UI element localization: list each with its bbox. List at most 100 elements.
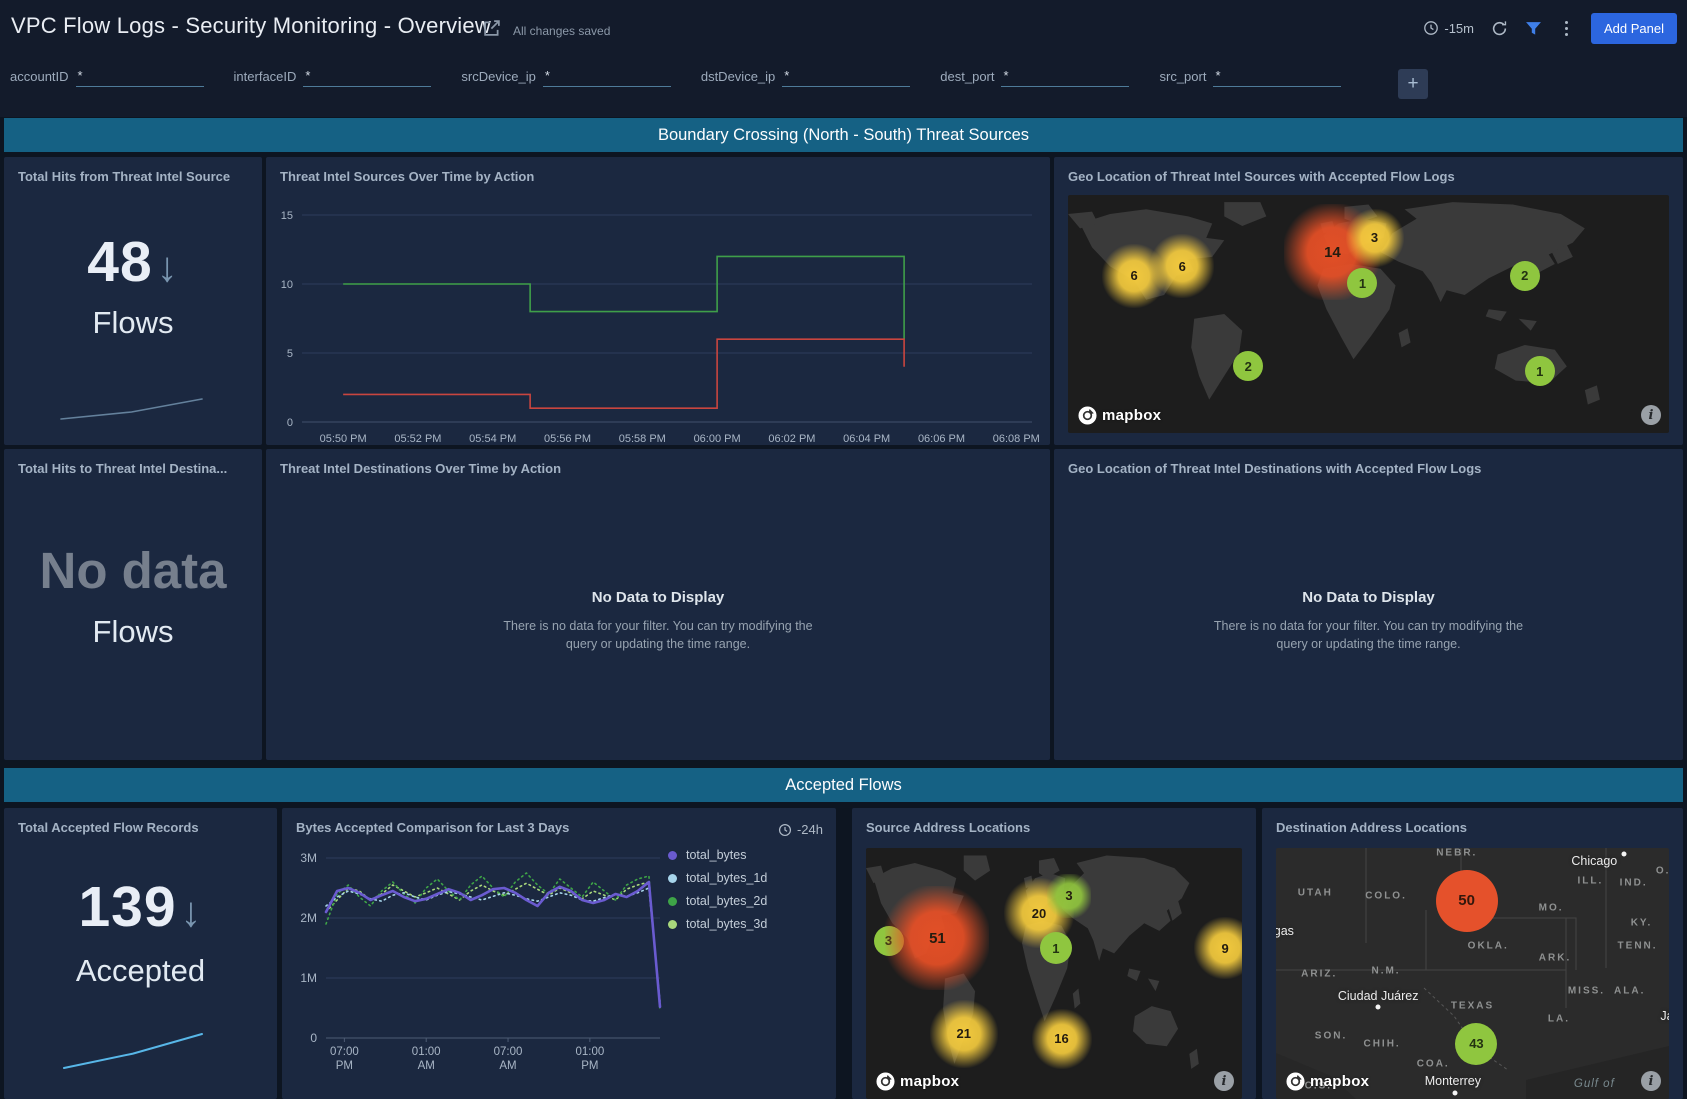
clock-icon [778,823,792,837]
geo-bubble[interactable]: 2 [1510,261,1540,291]
mapbox-logo[interactable]: mapbox [1286,1072,1369,1091]
geo-bubble[interactable]: 1 [1040,932,1072,964]
svg-text:PM: PM [336,1060,353,1072]
panel-title: Total Accepted Flow Records [18,820,263,835]
legend-item-total_bytes_2d[interactable]: total_bytes_2d [668,894,767,908]
map-label: MO. [1539,903,1564,914]
mapbox-icon [876,1072,895,1091]
svg-text:05:54 PM: 05:54 PM [469,433,516,445]
filter-dest_port-input[interactable]: * [1001,68,1129,87]
geo-bubble[interactable]: 50 [1436,870,1498,932]
trend-down-icon: ↓ [157,243,179,290]
section-header-boundary: Boundary Crossing (North - South) Threat… [4,118,1683,152]
panel-total-hits-dest: Total Hits to Threat Intel Destina... No… [4,449,262,760]
map-label: TEXAS [1451,1001,1494,1012]
geo-bubble[interactable]: 43 [1455,1023,1497,1065]
filter-label: dstDevice_ip [701,69,775,87]
dashboard-header: VPC Flow Logs - Security Monitoring - Ov… [0,0,1687,117]
filter-label: src_port [1159,69,1206,87]
svg-text:05:58 PM: 05:58 PM [619,433,666,445]
filter-dstDevice_ip-input[interactable]: * [782,68,910,87]
panel-total-hits-source: Total Hits from Threat Intel Source 48↓ … [4,157,262,445]
map-label: IND. [1620,878,1648,889]
mapbox-logo[interactable]: mapbox [1078,406,1161,425]
filter-src_port: src_port * [1159,68,1341,87]
map-label: Gulf of [1574,1078,1615,1090]
svg-text:07:00: 07:00 [494,1046,523,1058]
legend-item-total_bytes[interactable]: total_bytes [668,848,767,862]
legend-label: total_bytes_1d [686,871,767,885]
filter-dest_port: dest_port * [940,68,1129,87]
svg-text:1M: 1M [300,971,317,985]
legend-item-total_bytes_3d[interactable]: total_bytes_3d [668,917,767,931]
geo-bubble[interactable]: 1 [1525,356,1555,386]
panel-time-override[interactable]: -24h [778,822,823,837]
stat-value: No data [4,541,262,600]
mapbox-wordmark: mapbox [900,1073,959,1090]
map-label: gas [1276,924,1294,938]
filter-interfaceID-input[interactable]: * [303,68,431,87]
filter-label: dest_port [940,69,994,87]
mapbox-icon [1286,1072,1305,1091]
panel-dest-over-time: Threat Intel Destinations Over Time by A… [266,449,1050,760]
geo-bubble[interactable]: 21 [930,1000,998,1068]
svg-text:07:00: 07:00 [330,1046,359,1058]
filter-interfaceID: interfaceID * [234,68,432,87]
geo-bubble[interactable]: 16 [1032,1009,1092,1069]
svg-text:2M: 2M [300,911,317,925]
trend-sparkline [62,1030,204,1070]
panel-title: Source Address Locations [866,820,1242,835]
funnel-icon[interactable] [1525,21,1542,36]
panel-title: Total Hits from Threat Intel Source [18,169,248,184]
svg-text:PM: PM [581,1060,598,1072]
panel-title: Threat Intel Sources Over Time by Action [280,169,1036,184]
svg-text:01:00: 01:00 [412,1046,441,1058]
info-icon[interactable]: i [1641,1071,1661,1091]
svg-text:06:08 PM: 06:08 PM [993,433,1040,445]
map-label: Ciudad Juárez [1338,989,1419,1003]
geo-bubble[interactable]: 1 [1347,268,1377,298]
legend-swatch [668,874,677,883]
filter-label: srcDevice_ip [461,69,535,87]
map-label: LA. [1548,1013,1570,1024]
geo-bubble[interactable]: 51 [885,886,989,990]
geo-bubble[interactable]: 2 [1233,351,1263,381]
street-map: NEBR.ChicagoILL.IND.O.UTAHCOLO.MO.KY.gas… [1276,848,1669,1099]
geo-bubble[interactable]: 6 [1150,234,1214,298]
legend-item-total_bytes_1d[interactable]: total_bytes_1d [668,871,767,885]
geo-bubble[interactable]: 9 [1194,917,1242,979]
chart-legend: total_bytes total_bytes_1d total_bytes_2dt… [668,848,767,940]
stat-value: 139↓ [4,874,277,940]
info-icon[interactable]: i [1214,1071,1234,1091]
panel-geo-dest: Geo Location of Threat Intel Destination… [1054,449,1683,760]
world-map: 351203192116mapboxi [866,848,1242,1099]
filter-accountID-input[interactable]: * [76,68,204,87]
map-label: COLO. [1365,890,1407,901]
svg-text:5: 5 [287,348,293,360]
geo-bubble[interactable]: 3 [1047,874,1091,918]
svg-text:06:04 PM: 06:04 PM [843,433,890,445]
share-icon[interactable] [482,18,502,38]
geo-bubble[interactable]: 3 [1346,209,1404,267]
legend-swatch [668,851,677,860]
filter-srcDevice_ip-input[interactable]: * [543,68,671,87]
map-label: KY. [1631,918,1653,929]
add-panel-button[interactable]: Add Panel [1591,13,1677,44]
kebab-icon[interactable] [1559,19,1574,38]
filter-src_port-input[interactable]: * [1213,68,1341,87]
info-icon[interactable]: i [1641,405,1661,425]
map-label: Chicago [1571,854,1617,868]
panel-title: Threat Intel Destinations Over Time by A… [280,461,1036,476]
filter-label: interfaceID [234,69,297,87]
add-filter-button[interactable]: + [1398,69,1428,99]
time-range-control[interactable]: -15m [1423,20,1474,36]
mapbox-icon [1078,406,1097,425]
no-data-message: There is no data for your filter. You ca… [266,619,1050,633]
panel-title: Geo Location of Threat Intel Destination… [1068,461,1669,476]
panel-title: Geo Location of Threat Intel Sources wit… [1068,169,1669,184]
svg-text:10: 10 [281,279,293,291]
mapbox-logo[interactable]: mapbox [876,1072,959,1091]
refresh-icon[interactable] [1491,20,1508,37]
map-label: MISS. [1568,986,1605,997]
map-label: ARK. [1539,953,1571,964]
